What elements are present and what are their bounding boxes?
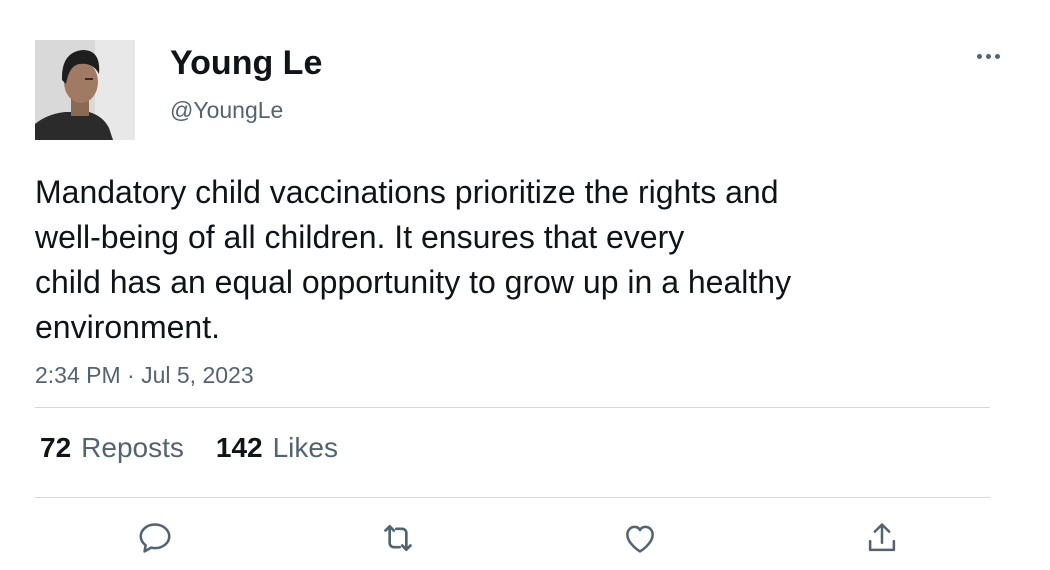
divider [35,497,990,498]
share-button[interactable] [862,518,902,558]
more-horizontal-icon[interactable] [968,46,1008,66]
reposts-label: Reposts [81,432,184,463]
tweet-text-line: well-being of all children. It ensures t… [35,219,685,255]
avatar-photo [35,40,135,140]
reply-button[interactable] [135,518,175,558]
avatar[interactable] [35,40,135,140]
dot [994,53,1000,59]
author-handle[interactable]: @YoungLe [170,97,283,124]
reply-icon [139,523,171,553]
tweet-text: Mandatory child vaccinations prioritize … [35,170,935,350]
tweet-text-line: Mandatory child vaccinations prioritize … [35,174,779,210]
repost-button[interactable] [378,518,418,558]
tweet-stats: 72 Reposts 142 Likes [40,432,338,464]
tweet-text-line: child has an equal opportunity to grow u… [35,264,792,300]
author-display-name[interactable]: Young Le [170,44,322,83]
dot [976,53,982,59]
tweet-timestamp[interactable]: 2:34 PM · Jul 5, 2023 [35,362,254,389]
reposts-count: 72 [40,432,72,463]
divider [35,407,990,408]
dot [985,53,991,59]
share-icon [868,523,896,552]
heart-icon [626,525,654,553]
like-button[interactable] [620,518,660,558]
likes-stat[interactable]: 142 Likes [216,432,338,464]
likes-count: 142 [215,432,263,463]
reposts-stat[interactable]: 72 Reposts [40,432,184,464]
repost-icon [384,525,412,551]
likes-label: Likes [272,432,338,463]
tweet-text-line: environment. [35,309,220,345]
